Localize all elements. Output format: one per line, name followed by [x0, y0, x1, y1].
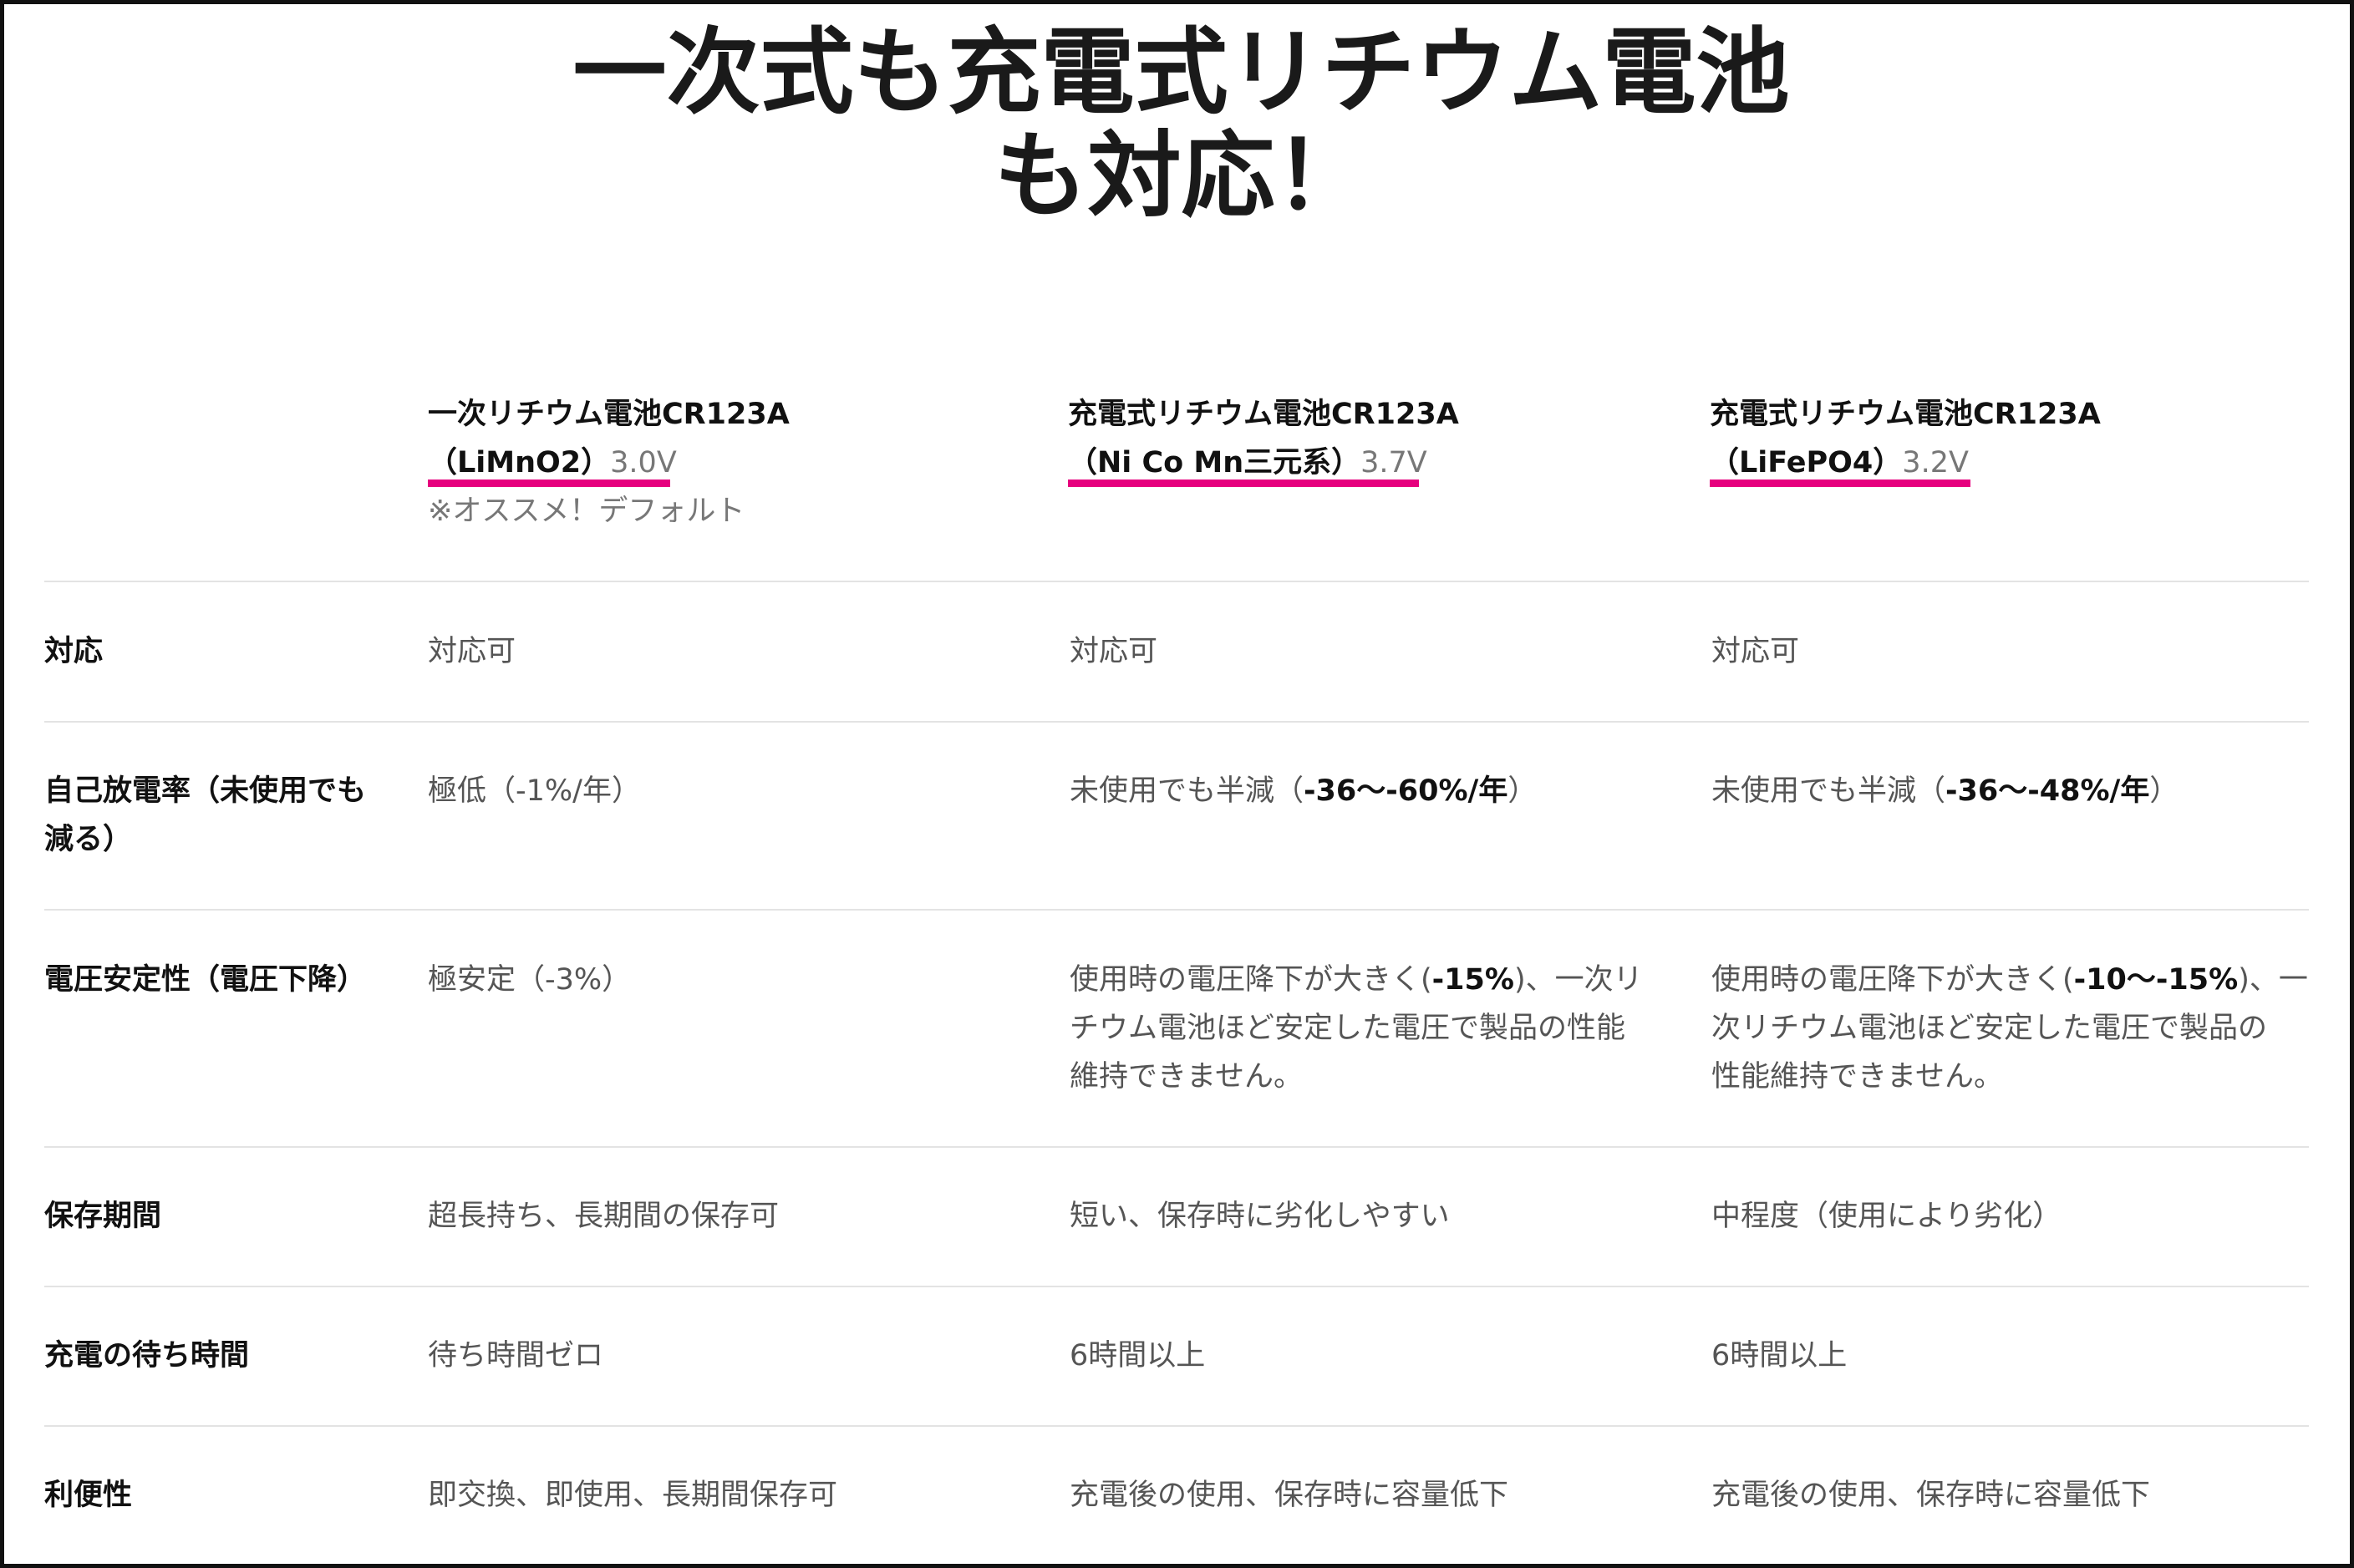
table-cell: 対応可	[1711, 635, 1800, 668]
row-divider	[44, 1425, 2309, 1427]
column-chemistry: （LiMnO2）	[428, 446, 611, 480]
cell-text: )、一	[2238, 963, 2308, 997]
row-label-convenience: 利便性	[44, 1479, 133, 1512]
column-header-lifepo4: 充電式リチウム電池CR123A （LiFePO4）3.2V	[1710, 390, 2101, 487]
table-cell: 6時間以上	[1711, 1339, 1848, 1373]
row-label-charge-wait: 充電の待ち時間	[44, 1339, 250, 1373]
table-cell: 待ち時間ゼロ	[428, 1339, 604, 1373]
column-chemistry: （LiFePO4）	[1710, 446, 1903, 480]
cell-text: ）	[2149, 774, 2179, 808]
page-frame: 一次式も充電式リチウム電池 も対応！ 一次リチウム電池CR123A （LiMnO…	[0, 0, 2354, 1568]
column-chemistry: （Ni Co Mn三元系）	[1068, 446, 1361, 480]
cell-text: 使用時の電圧降下が大きく(	[1711, 963, 2074, 997]
cell-line: 使用時の電圧降下が大きく(-10〜-15%)、一	[1711, 956, 2308, 1004]
page-title: 一次式も充電式リチウム電池 も対応！	[4, 18, 2350, 231]
table-cell: 6時間以上	[1070, 1339, 1206, 1373]
row-label-voltage-stability: 電圧安定性（電圧下降）	[44, 963, 367, 997]
cell-text: 未使用でも半減（	[1070, 774, 1304, 808]
table-cell: 未使用でも半減（-36〜-48%/年）	[1711, 767, 2179, 815]
row-divider	[44, 909, 2309, 911]
cell-line: 性能維持できません。	[1711, 1060, 2003, 1094]
table-cell: 使用時の電圧降下が大きく(-15%)、一次リ チウム電池ほど安定した電圧で製品の…	[1070, 956, 1643, 1101]
row-divider	[44, 721, 2309, 723]
table-cell: 対応可	[428, 635, 516, 668]
table-cell: 使用時の電圧降下が大きく(-10〜-15%)、一 次リチウム電池ほど安定した電圧…	[1711, 956, 2308, 1101]
table-cell: 即交換、即使用、長期間保存可	[428, 1479, 838, 1512]
cell-text: 使用時の電圧降下が大きく(	[1070, 963, 1432, 997]
cell-line: チウム電池ほど安定した電圧で製品の性能	[1070, 1012, 1626, 1045]
highlight-underline	[428, 480, 670, 487]
column-voltage: 3.7V	[1360, 446, 1427, 480]
page-title-line2: も対応！	[994, 122, 1369, 231]
table-cell: 充電後の使用、保存時に容量低下	[1070, 1479, 1509, 1512]
cell-text: )、一次リ	[1513, 963, 1643, 997]
row-divider	[44, 1146, 2309, 1148]
cell-line: 使用時の電圧降下が大きく(-15%)、一次リ	[1070, 956, 1643, 1004]
cell-emphasis: -36〜-48%/年	[1945, 774, 2150, 808]
table-cell: 充電後の使用、保存時に容量低下	[1711, 1479, 2151, 1512]
table-cell: 未使用でも半減（-36〜-60%/年）	[1070, 767, 1537, 815]
cell-emphasis: -15%	[1431, 963, 1514, 997]
row-label-support: 対応	[44, 635, 104, 668]
column-header-primary: 一次リチウム電池CR123A （LiMnO2）3.0V ※オススメ！デフォルト	[428, 390, 790, 535]
table-cell: 超長持ち、長期間の保存可	[428, 1200, 780, 1233]
page-title-line1: 一次式も充電式リチウム電池	[572, 18, 1790, 127]
table-cell: 極安定（-3%）	[428, 963, 632, 997]
row-divider	[44, 581, 2309, 582]
cell-text: ）	[1507, 774, 1538, 808]
row-label-line: 自己放電率（未使用でも	[44, 774, 367, 808]
column-header-nicomn: 充電式リチウム電池CR123A （Ni Co Mn三元系）3.7V	[1068, 390, 1459, 487]
table-cell: 短い、保存時に劣化しやすい	[1070, 1200, 1450, 1233]
column-name: 充電式リチウム電池CR123A	[1710, 398, 2101, 431]
row-label-storage-period: 保存期間	[44, 1200, 162, 1233]
highlight-underline	[1710, 480, 1970, 487]
table-cell: 中程度（使用により劣化）	[1711, 1200, 2062, 1233]
column-voltage: 3.2V	[1902, 446, 1969, 480]
cell-line: 次リチウム電池ほど安定した電圧で製品の	[1711, 1012, 2268, 1045]
cell-emphasis: -10〜-15%	[2073, 963, 2239, 997]
column-voltage: 3.0V	[610, 446, 677, 480]
row-divider	[44, 1286, 2309, 1287]
cell-emphasis: -36〜-60%/年	[1304, 774, 1508, 808]
row-label-self-discharge: 自己放電率（未使用でも 減る）	[44, 767, 366, 864]
row-label-line: 減る）	[44, 823, 133, 856]
column-note: ※オススメ！デフォルト	[428, 495, 745, 528]
table-cell: 対応可	[1070, 635, 1158, 668]
column-name: 一次リチウム電池CR123A	[428, 398, 790, 431]
highlight-underline	[1068, 480, 1419, 487]
cell-line: 維持できません。	[1070, 1060, 1303, 1094]
cell-text: 未使用でも半減（	[1711, 774, 1946, 808]
table-cell: 極低（-1%/年）	[428, 774, 641, 808]
column-name: 充電式リチウム電池CR123A	[1068, 398, 1459, 431]
